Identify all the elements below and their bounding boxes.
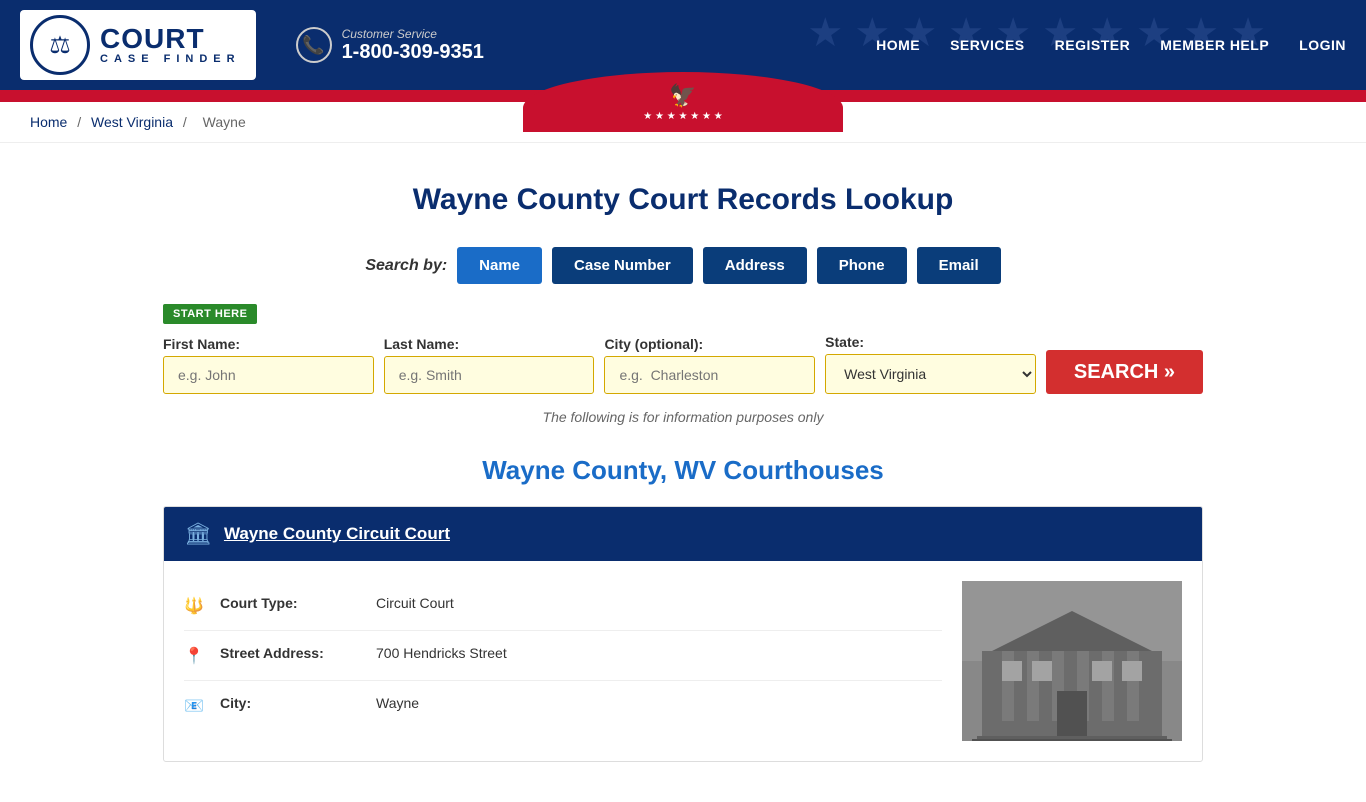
court-type-label: Court Type: — [220, 595, 360, 611]
breadcrumb-home[interactable]: Home — [30, 114, 67, 130]
breadcrumb-county: Wayne — [203, 114, 246, 130]
tab-email[interactable]: Email — [917, 247, 1001, 284]
breadcrumb-state[interactable]: West Virginia — [91, 114, 173, 130]
tab-name[interactable]: Name — [457, 247, 542, 284]
search-tabs-row: Search by: Name Case Number Address Phon… — [163, 247, 1203, 284]
logo-case-finder-text: CASE FINDER — [100, 53, 241, 65]
court-type-row: 🔱 Court Type: Circuit Court — [184, 581, 942, 631]
courthouse-details: 🔱 Court Type: Circuit Court 📍 Street Add… — [184, 581, 942, 741]
search-button[interactable]: SEARCH » — [1046, 350, 1203, 394]
location-pin-icon: 📍 — [184, 646, 204, 666]
courthouse-header: 🏛 Wayne County Circuit Court — [164, 507, 1202, 561]
city-label: City (optional): — [604, 336, 815, 352]
info-text: The following is for information purpose… — [163, 409, 1203, 425]
logo[interactable]: ⚖ COURT CASE FINDER — [20, 10, 256, 80]
breadcrumb-sep1: / — [77, 114, 85, 130]
breadcrumb-sep2: / — [183, 114, 191, 130]
main-content: Wayne County Court Records Lookup Search… — [133, 143, 1233, 802]
search-form: First Name: Last Name: City (optional): … — [163, 334, 1203, 394]
tab-case-number[interactable]: Case Number — [552, 247, 693, 284]
state-group: State: West Virginia AlabamaAlaskaArizon… — [825, 334, 1036, 394]
state-label: State: — [825, 334, 1036, 350]
first-name-group: First Name: — [163, 336, 374, 394]
main-nav: HOME SERVICES REGISTER MEMBER HELP LOGIN — [876, 37, 1346, 53]
tab-address[interactable]: Address — [703, 247, 807, 284]
nav-member-help[interactable]: MEMBER HELP — [1160, 37, 1269, 53]
stars-line: ★ ★ ★ ★ ★ ★ ★ — [643, 111, 722, 122]
city-row: 📧 City: Wayne — [184, 681, 942, 730]
cs-label: Customer Service — [342, 27, 484, 41]
city-input[interactable] — [604, 356, 815, 394]
first-name-input[interactable] — [163, 356, 374, 394]
eagle-icon: 🦅 — [669, 83, 696, 109]
courthouse-building-svg — [962, 581, 1182, 741]
nav-home[interactable]: HOME — [876, 37, 920, 53]
courthouse-image — [962, 581, 1182, 741]
city-detail-label: City: — [220, 695, 360, 711]
logo-emblem: ⚖ — [30, 15, 90, 75]
gavel-icon: 🔱 — [184, 596, 204, 616]
cs-info: Customer Service 1-800-309-9351 — [342, 27, 484, 64]
nav-services[interactable]: SERVICES — [950, 37, 1025, 53]
page-title: Wayne County Court Records Lookup — [163, 183, 1203, 217]
city-detail-value: Wayne — [376, 695, 419, 711]
courthouse-name[interactable]: Wayne County Circuit Court — [224, 524, 450, 544]
last-name-group: Last Name: — [384, 336, 595, 394]
logo-text: COURT CASE FINDER — [100, 25, 241, 65]
court-type-value: Circuit Court — [376, 595, 454, 611]
start-here-badge: START HERE — [163, 304, 257, 324]
last-name-input[interactable] — [384, 356, 595, 394]
courthouse-building-icon: 🏛 — [184, 521, 212, 547]
courthouses-title: Wayne County, WV Courthouses — [163, 455, 1203, 486]
ribbon: 🦅 ★ ★ ★ ★ ★ ★ ★ — [0, 90, 1366, 102]
city-group: City (optional): — [604, 336, 815, 394]
courthouse-body: 🔱 Court Type: Circuit Court 📍 Street Add… — [164, 561, 1202, 761]
customer-service: 📞 Customer Service 1-800-309-9351 — [296, 27, 484, 64]
address-value: 700 Hendricks Street — [376, 645, 507, 661]
state-select[interactable]: West Virginia AlabamaAlaskaArizona Arkan… — [825, 354, 1036, 394]
city-icon: 📧 — [184, 696, 204, 716]
cs-phone: 1-800-309-9351 — [342, 41, 484, 64]
address-row: 📍 Street Address: 700 Hendricks Street — [184, 631, 942, 681]
phone-icon: 📞 — [296, 27, 332, 63]
search-by-label: Search by: — [365, 257, 447, 275]
logo-court-text: COURT — [100, 25, 241, 53]
address-label: Street Address: — [220, 645, 360, 661]
nav-login[interactable]: LOGIN — [1299, 37, 1346, 53]
last-name-label: Last Name: — [384, 336, 595, 352]
tab-phone[interactable]: Phone — [817, 247, 907, 284]
first-name-label: First Name: — [163, 336, 374, 352]
courthouse-card: 🏛 Wayne County Circuit Court 🔱 Court Typ… — [163, 506, 1203, 762]
nav-register[interactable]: REGISTER — [1055, 37, 1131, 53]
